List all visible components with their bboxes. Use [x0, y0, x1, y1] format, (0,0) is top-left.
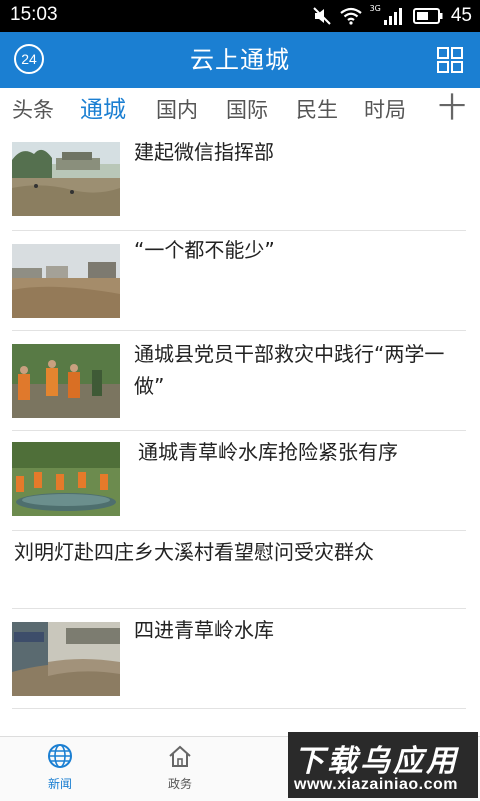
app-bar: 24 云上通城 — [0, 32, 480, 88]
news-title[interactable]: 建起微信指挥部 — [134, 136, 464, 168]
tab-international[interactable]: 国际 — [226, 92, 268, 128]
watermark-title: 下载乌应用 — [294, 744, 459, 779]
add-tab-button[interactable]: 十 — [438, 90, 466, 126]
news-thumbnail — [12, 344, 120, 418]
watermark-logo: 下载乌应用 www.xiazainiao.com — [288, 732, 478, 798]
news-item[interactable]: 通城县党员干部救灾中践行“两学一做” — [12, 332, 466, 431]
status-time: 15:03 — [10, 4, 58, 25]
tab-tongcheng[interactable]: 通城 — [80, 92, 126, 128]
wifi-icon — [339, 7, 362, 25]
grid-menu-icon[interactable] — [436, 46, 464, 74]
tab-livelihood[interactable]: 民生 — [296, 92, 338, 128]
news-thumbnail — [12, 442, 120, 516]
tab-headlines[interactable]: 头条 — [12, 92, 54, 128]
category-tabs: 头条 通城 国内 国际 民生 时局 十 — [0, 88, 480, 132]
battery-percent: 45 — [450, 5, 472, 26]
nav-news[interactable]: 新闻 — [20, 743, 100, 792]
news-title[interactable]: 四进青草岭水库 — [134, 614, 464, 646]
news-thumbnail — [12, 244, 120, 318]
home-icon — [169, 745, 191, 767]
news-item[interactable]: 刘明灯赴四庄乡大溪村看望慰问受灾群众 — [12, 532, 466, 609]
news-item[interactable]: “一个都不能少” — [12, 232, 466, 331]
news-thumbnail — [12, 622, 120, 696]
battery-icon — [412, 8, 443, 24]
watermark-url: www.xiazainiao.com — [294, 776, 459, 793]
news-title[interactable]: 刘明灯赴四庄乡大溪村看望慰问受灾群众 — [14, 536, 464, 568]
news-item[interactable]: 四进青草岭水库 — [12, 610, 466, 709]
signal-icon — [383, 8, 402, 25]
globe-icon — [48, 744, 72, 768]
nav-news-label: 新闻 — [47, 777, 72, 791]
news-title[interactable]: “一个都不能少” — [134, 234, 464, 266]
status-bar: 15:03 3G 45 — [0, 0, 480, 32]
news-title[interactable]: 通城县党员干部救灾中践行“两学一做” — [134, 338, 460, 402]
tab-domestic[interactable]: 国内 — [156, 92, 198, 128]
nav-government-label: 政务 — [167, 777, 192, 791]
nav-government[interactable]: 政务 — [140, 743, 220, 792]
news-thumbnail — [12, 142, 120, 216]
news-item[interactable]: 通城青草岭水库抢险紧张有序 — [12, 432, 466, 531]
status-icons: 3G 45 — [312, 4, 472, 28]
news-item[interactable]: 建起微信指挥部 — [12, 132, 466, 231]
network-type: 3G — [369, 3, 381, 13]
news-title[interactable]: 通城青草岭水库抢险紧张有序 — [138, 436, 464, 468]
mute-icon — [312, 7, 331, 25]
tab-current-affairs[interactable]: 时局 — [364, 92, 406, 128]
app-title: 云上通城 — [190, 46, 290, 74]
